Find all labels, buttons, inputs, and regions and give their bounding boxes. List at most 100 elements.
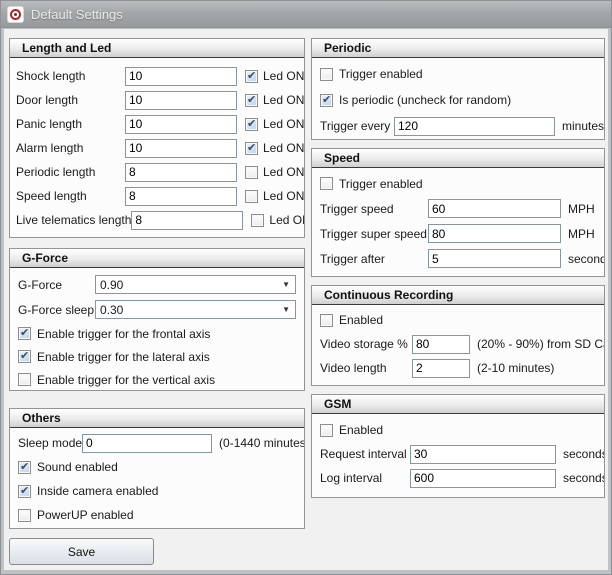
video-storage-input[interactable] bbox=[412, 335, 470, 354]
lateral-axis-row: Enable trigger for the lateral axis bbox=[18, 345, 296, 368]
sleep-mode-label: Sleep mode bbox=[18, 436, 82, 450]
app-icon bbox=[7, 6, 24, 23]
periodic-trigger-enabled-checkbox[interactable] bbox=[320, 68, 333, 81]
window-title: Default Settings bbox=[31, 7, 123, 22]
live-telematics-length-input[interactable] bbox=[131, 211, 243, 230]
frontal-axis-label: Enable trigger for the frontal axis bbox=[37, 327, 210, 341]
shock-led-on-checkbox[interactable] bbox=[245, 70, 258, 83]
left-column: Length and Led Shock length Led ON Door … bbox=[9, 38, 305, 565]
door-length-row: Door length Led ON bbox=[16, 88, 296, 112]
group-periodic: Periodic Trigger enabled Is periodic (un… bbox=[311, 38, 605, 140]
vertical-axis-checkbox[interactable] bbox=[18, 373, 31, 386]
recording-enabled-label: Enabled bbox=[339, 313, 383, 327]
trigger-speed-row: Trigger speed MPH bbox=[320, 196, 596, 221]
alarm-length-label: Alarm length bbox=[16, 141, 125, 155]
powerup-enabled-label: PowerUP enabled bbox=[37, 508, 134, 522]
gsm-enabled-row: Enabled bbox=[320, 418, 596, 442]
log-interval-label: Log interval bbox=[320, 471, 410, 485]
trigger-speed-input[interactable] bbox=[428, 199, 561, 218]
panic-length-input[interactable] bbox=[125, 115, 237, 134]
group-speed-title: Speed bbox=[311, 148, 605, 168]
group-others-title: Others bbox=[9, 408, 305, 428]
door-length-input[interactable] bbox=[125, 91, 237, 110]
sound-enabled-checkbox[interactable] bbox=[18, 461, 31, 474]
led-on-label: Led ON bbox=[269, 213, 305, 227]
group-length-and-led: Length and Led Shock length Led ON Door … bbox=[9, 38, 305, 238]
video-storage-hint: (20% - 90%) from SD Card bbox=[477, 337, 605, 351]
shock-length-input[interactable] bbox=[125, 67, 237, 86]
periodic-length-label: Periodic length bbox=[16, 165, 125, 179]
sound-enabled-row: Sound enabled bbox=[18, 455, 296, 479]
speed-length-input[interactable] bbox=[125, 187, 237, 206]
inside-camera-row: Inside camera enabled bbox=[18, 479, 296, 503]
sleep-mode-row: Sleep mode (0-1440 minutes) bbox=[18, 431, 296, 455]
save-button[interactable]: Save bbox=[9, 538, 154, 565]
vertical-axis-label: Enable trigger for the vertical axis bbox=[37, 373, 215, 387]
frontal-axis-checkbox[interactable] bbox=[18, 327, 31, 340]
live-telematics-length-label: Live telematics length bbox=[16, 213, 131, 227]
recording-enabled-checkbox[interactable] bbox=[320, 314, 333, 327]
periodic-length-input[interactable] bbox=[125, 163, 237, 182]
chevron-down-icon: ▼ bbox=[282, 306, 290, 314]
video-length-label: Video length bbox=[320, 361, 412, 375]
trigger-speed-unit: MPH bbox=[568, 202, 595, 216]
group-gforce: G-Force G-Force 0.90 ▼ G-Force sleep 0.3… bbox=[9, 248, 305, 391]
panic-length-row: Panic length Led ON bbox=[16, 112, 296, 136]
led-on-label: Led ON bbox=[263, 117, 304, 131]
speed-led-on-checkbox[interactable] bbox=[245, 190, 258, 203]
inside-camera-checkbox[interactable] bbox=[18, 485, 31, 498]
sleep-mode-input[interactable] bbox=[82, 434, 212, 453]
chevron-down-icon: ▼ bbox=[282, 281, 290, 289]
trigger-every-input[interactable] bbox=[394, 117, 555, 136]
shock-length-label: Shock length bbox=[16, 69, 125, 83]
request-interval-input[interactable] bbox=[410, 445, 556, 464]
trigger-after-row: Trigger after seconds bbox=[320, 246, 596, 271]
group-length-and-led-title: Length and Led bbox=[9, 38, 305, 58]
trigger-every-label: Trigger every bbox=[320, 119, 394, 133]
trigger-every-unit: minutes bbox=[562, 119, 604, 133]
log-interval-input[interactable] bbox=[410, 469, 556, 488]
video-length-input[interactable] bbox=[412, 359, 470, 378]
group-periodic-title: Periodic bbox=[311, 38, 605, 58]
gforce-select[interactable]: 0.90 ▼ bbox=[95, 275, 296, 294]
trigger-every-row: Trigger every minutes bbox=[320, 113, 596, 139]
video-length-row: Video length (2-10 minutes) bbox=[320, 356, 596, 380]
sleep-mode-hint: (0-1440 minutes) bbox=[219, 436, 305, 450]
gforce-label: G-Force bbox=[18, 278, 95, 292]
door-led-on-checkbox[interactable] bbox=[245, 94, 258, 107]
led-on-label: Led ON bbox=[263, 93, 304, 107]
inside-camera-label: Inside camera enabled bbox=[37, 484, 158, 498]
powerup-enabled-checkbox[interactable] bbox=[18, 509, 31, 522]
periodic-led-on-checkbox[interactable] bbox=[245, 166, 258, 179]
title-bar[interactable]: Default Settings bbox=[1, 1, 611, 28]
trigger-super-speed-input[interactable] bbox=[428, 224, 561, 243]
frontal-axis-row: Enable trigger for the frontal axis bbox=[18, 322, 296, 345]
log-interval-unit: seconds bbox=[563, 471, 605, 485]
live-telematics-length-row: Live telematics length Led ON bbox=[16, 208, 296, 232]
lateral-axis-checkbox[interactable] bbox=[18, 350, 31, 363]
speed-trigger-enabled-label: Trigger enabled bbox=[339, 177, 423, 191]
trigger-after-input[interactable] bbox=[428, 249, 561, 268]
led-on-label: Led ON bbox=[263, 165, 304, 179]
is-periodic-checkbox[interactable] bbox=[320, 94, 333, 107]
periodic-trigger-enabled-row: Trigger enabled bbox=[320, 61, 596, 87]
live-telematics-led-on-checkbox[interactable] bbox=[251, 214, 264, 227]
alarm-length-input[interactable] bbox=[125, 139, 237, 158]
is-periodic-label: Is periodic (uncheck for random) bbox=[339, 93, 511, 107]
group-gforce-title: G-Force bbox=[9, 248, 305, 268]
group-others: Others Sleep mode (0-1440 minutes) Sound… bbox=[9, 408, 305, 529]
door-length-label: Door length bbox=[16, 93, 125, 107]
group-gsm-title: GSM bbox=[311, 394, 605, 414]
gsm-enabled-checkbox[interactable] bbox=[320, 424, 333, 437]
trigger-speed-label: Trigger speed bbox=[320, 202, 428, 216]
request-interval-row: Request interval seconds bbox=[320, 442, 596, 466]
sound-enabled-label: Sound enabled bbox=[37, 460, 118, 474]
gforce-sleep-row: G-Force sleep 0.30 ▼ bbox=[18, 297, 296, 322]
alarm-led-on-checkbox[interactable] bbox=[245, 142, 258, 155]
gforce-sleep-select[interactable]: 0.30 ▼ bbox=[95, 300, 296, 319]
panic-led-on-checkbox[interactable] bbox=[245, 118, 258, 131]
periodic-length-row: Periodic length Led ON bbox=[16, 160, 296, 184]
video-length-hint: (2-10 minutes) bbox=[477, 361, 554, 375]
speed-trigger-enabled-checkbox[interactable] bbox=[320, 177, 333, 190]
gsm-enabled-label: Enabled bbox=[339, 423, 383, 437]
